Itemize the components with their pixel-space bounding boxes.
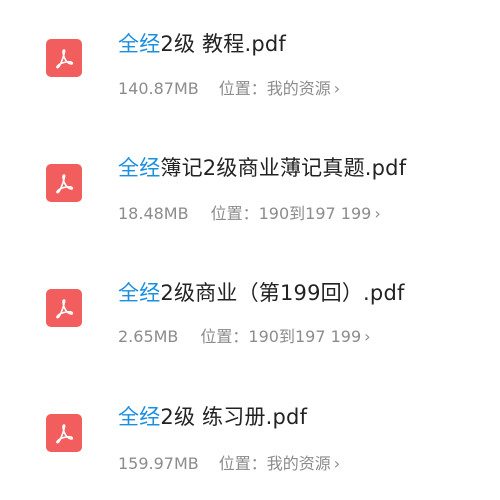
location-label: 位置：	[210, 204, 259, 223]
search-highlight: 全经	[118, 281, 161, 305]
file-name-rest: 2级商业（第199回）.pdf	[160, 281, 405, 305]
location-value: 190到197 199	[258, 204, 372, 223]
pdf-icon	[46, 289, 82, 327]
file-name-rest: 2级 练习册.pdf	[160, 405, 308, 429]
file-size: 159.97MB	[118, 454, 199, 473]
file-size: 2.65MB	[118, 327, 179, 346]
search-highlight: 全经	[118, 156, 161, 180]
file-meta: 18.48MB 位置：190到197 199 ›	[118, 200, 381, 224]
file-list: 全经2级 教程.pdf 140.87MB 位置：我的资源 › 全经簿记2级商业薄记真…	[0, 0, 500, 500]
location-value: 我的资源	[266, 454, 331, 473]
chevron-right-icon: ›	[374, 204, 381, 223]
file-meta: 2.65MB 位置：190到197 199 ›	[118, 323, 371, 347]
file-name: 全经2级商业（第199回）.pdf	[118, 277, 405, 307]
pdf-icon	[46, 414, 82, 452]
search-highlight: 全经	[118, 405, 161, 429]
location-value: 190到197 199	[248, 327, 362, 346]
file-name-rest: 簿记2级商业薄记真题.pdf	[160, 156, 407, 180]
location-label: 位置：	[200, 327, 249, 346]
location-label: 位置：	[218, 454, 267, 473]
file-name: 全经2级 练习册.pdf	[118, 401, 307, 431]
file-name: 全经簿记2级商业薄记真题.pdf	[118, 152, 406, 182]
file-meta: 159.97MB 位置：我的资源 ›	[118, 450, 340, 474]
acrobat-glyph	[56, 299, 74, 319]
pdf-icon	[46, 164, 82, 202]
acrobat-glyph	[56, 424, 74, 444]
chevron-right-icon: ›	[333, 454, 341, 473]
chevron-right-icon: ›	[364, 327, 371, 346]
file-item[interactable]: 全经2级 练习册.pdf 159.97MB 位置：我的资源 ›	[0, 0, 500, 473]
acrobat-glyph	[56, 174, 74, 194]
file-size: 18.48MB	[118, 204, 189, 223]
